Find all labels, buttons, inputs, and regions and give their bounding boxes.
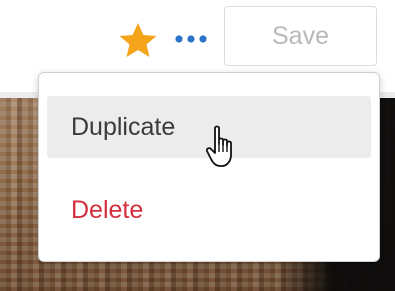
menu-item-delete[interactable]: Delete (47, 179, 371, 241)
more-options-icon[interactable] (174, 34, 208, 44)
menu-item-label: Duplicate (71, 112, 176, 141)
menu-item-label: Delete (71, 195, 144, 224)
pointer-hand-icon (206, 125, 232, 167)
star-icon[interactable] (118, 22, 158, 58)
save-button[interactable]: Save (224, 6, 377, 66)
